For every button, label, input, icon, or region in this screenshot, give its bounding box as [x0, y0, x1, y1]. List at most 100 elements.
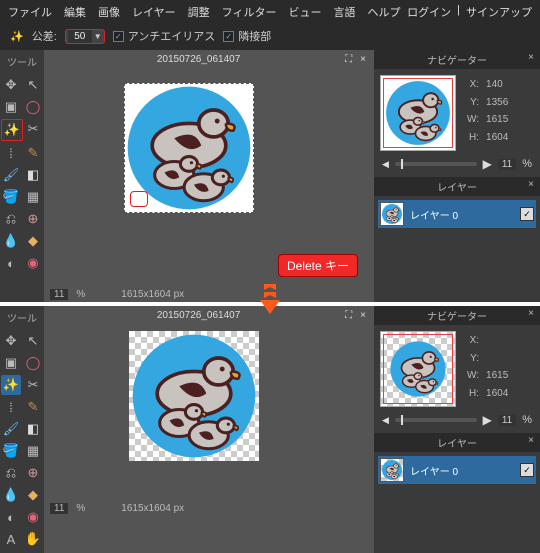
clone-tool-icon[interactable]: ⎌: [1, 463, 21, 483]
eyedropper-tool-icon[interactable]: ⁞: [1, 397, 21, 417]
sponge-tool-icon[interactable]: ◆: [23, 485, 43, 505]
login-link[interactable]: ログイン: [407, 4, 451, 20]
layers-title: レイヤー: [437, 439, 477, 450]
lasso-tool-icon[interactable]: ◯: [23, 97, 43, 117]
gradient-tool-icon[interactable]: ▦: [23, 441, 43, 461]
navigator-thumbnail[interactable]: [380, 75, 456, 151]
path-tool-icon[interactable]: ↖︎: [23, 75, 43, 95]
tolerance-field[interactable]: 50 ▼: [65, 29, 105, 44]
dodge-tool-icon[interactable]: ◐: [1, 507, 21, 527]
blur-tool-icon[interactable]: 💧: [1, 485, 21, 505]
canvas-image[interactable]: [124, 83, 254, 213]
percent-label: %: [522, 158, 532, 170]
layer-row[interactable]: レイヤー 0 ✓: [378, 200, 536, 228]
layer-name: レイヤー 0: [410, 463, 514, 478]
menu-help[interactable]: ヘルプ: [367, 4, 400, 20]
percent-label: %: [76, 503, 85, 514]
menu-edit[interactable]: 編集: [64, 4, 86, 20]
gradient-tool-icon[interactable]: ▦: [23, 187, 43, 207]
stamp-tool-icon[interactable]: ⊕: [23, 209, 43, 229]
navigator-coords: X:140 Y:1356 W:1615 H:1604: [464, 75, 511, 147]
layer-thumbnail: [380, 458, 404, 482]
crop-tool-icon[interactable]: ✂: [23, 375, 43, 395]
zoom-value[interactable]: 11: [50, 503, 68, 514]
menu-adjust[interactable]: 調整: [188, 4, 210, 20]
toolbox-title: ツール: [0, 52, 44, 73]
wand-icon: ✨: [10, 30, 24, 43]
close-icon[interactable]: ×: [528, 435, 534, 446]
navigator-coords: X: Y: W:1615 H:1604: [464, 331, 511, 403]
tolerance-value[interactable]: 50: [68, 30, 92, 43]
triangle-right-icon[interactable]: ▶: [483, 413, 492, 427]
zoom-slider[interactable]: [395, 162, 477, 166]
navigator-viewport[interactable]: [383, 334, 453, 404]
close-icon[interactable]: ×: [528, 179, 534, 190]
layer-row[interactable]: レイヤー 0 ✓: [378, 456, 536, 484]
menu-layer[interactable]: レイヤー: [132, 4, 176, 20]
close-icon[interactable]: ×: [528, 52, 534, 63]
menu-language[interactable]: 言語: [333, 4, 355, 20]
marquee-tool-icon[interactable]: ▣: [1, 97, 21, 117]
stamp-tool-icon[interactable]: ⊕: [23, 463, 43, 483]
brush-tool-icon[interactable]: 🖌: [1, 419, 21, 439]
delete-key-annotation: Delete キー: [278, 254, 358, 277]
close-icon[interactable]: ×: [360, 54, 366, 65]
move-tool-icon[interactable]: ✥: [1, 75, 21, 95]
magic-wand-tool-icon[interactable]: ✨: [1, 375, 21, 395]
pencil-tool-icon[interactable]: ✎: [23, 397, 43, 417]
nav-zoom-value[interactable]: 11: [498, 415, 516, 426]
sponge-tool-icon[interactable]: ◆: [23, 231, 43, 251]
layer-name: レイヤー 0: [410, 207, 514, 222]
move-tool-icon[interactable]: ✥: [1, 331, 21, 351]
navigator-thumbnail[interactable]: [380, 331, 456, 407]
redeye-tool-icon[interactable]: ◉: [23, 253, 43, 273]
visibility-checkbox[interactable]: ✓: [520, 463, 534, 477]
menu-view[interactable]: ビュー: [288, 4, 321, 20]
hand-tool-icon[interactable]: ✋: [23, 529, 43, 549]
zoom-slider[interactable]: [395, 418, 477, 422]
check-icon: ✓: [223, 31, 234, 42]
eraser-tool-icon[interactable]: ◧: [23, 419, 43, 439]
eyedropper-tool-icon[interactable]: ⁞: [1, 143, 21, 163]
percent-label: %: [522, 414, 532, 426]
signup-link[interactable]: サインアップ: [466, 4, 532, 20]
path-tool-icon[interactable]: ↖︎: [23, 331, 43, 351]
menu-file[interactable]: ファイル: [8, 4, 52, 20]
cursor-highlight: [130, 191, 148, 207]
navigator-viewport[interactable]: [383, 78, 453, 148]
bucket-tool-icon[interactable]: 🪣: [1, 441, 21, 461]
check-icon: ✓: [113, 31, 124, 42]
magic-wand-tool-icon[interactable]: ✨: [1, 119, 23, 141]
marquee-tool-icon[interactable]: ▣: [1, 353, 21, 373]
canvas-image[interactable]: [129, 331, 259, 461]
triangle-right-icon[interactable]: ▶: [483, 157, 492, 171]
antialias-checkbox[interactable]: ✓ アンチエイリアス: [113, 28, 216, 44]
dodge-tool-icon[interactable]: ◐: [1, 253, 21, 273]
clone-tool-icon[interactable]: ⎌: [1, 209, 21, 229]
crop-tool-icon[interactable]: ✂: [23, 119, 43, 139]
bucket-tool-icon[interactable]: 🪣: [1, 187, 21, 207]
eraser-tool-icon[interactable]: ◧: [23, 165, 43, 185]
sep: |: [457, 4, 460, 20]
text-tool-icon[interactable]: A: [1, 529, 21, 549]
nav-zoom-value[interactable]: 11: [498, 159, 516, 170]
tab-title: 20150726_061407: [52, 54, 345, 65]
lasso-tool-icon[interactable]: ◯: [23, 353, 43, 373]
layers-title: レイヤー: [437, 183, 477, 194]
redeye-tool-icon[interactable]: ◉: [23, 507, 43, 527]
menu-filter[interactable]: フィルター: [222, 4, 277, 20]
arrow-down-icon: [0, 284, 540, 316]
menu-image[interactable]: 画像: [98, 4, 120, 20]
brush-tool-icon[interactable]: 🖌: [1, 165, 21, 185]
pencil-tool-icon[interactable]: ✎: [23, 143, 43, 163]
navigator-title: ナビゲーター: [427, 56, 487, 67]
chevron-down-icon[interactable]: ▼: [94, 32, 102, 41]
expand-icon[interactable]: ⛶: [345, 54, 352, 65]
tolerance-label: 公差:: [32, 28, 57, 44]
triangle-left-icon[interactable]: ◀: [382, 159, 389, 170]
triangle-left-icon[interactable]: ◀: [382, 415, 389, 426]
contiguous-checkbox[interactable]: ✓ 隣接部: [223, 28, 271, 44]
layer-thumbnail: [380, 202, 404, 226]
blur-tool-icon[interactable]: 💧: [1, 231, 21, 251]
visibility-checkbox[interactable]: ✓: [520, 207, 534, 221]
